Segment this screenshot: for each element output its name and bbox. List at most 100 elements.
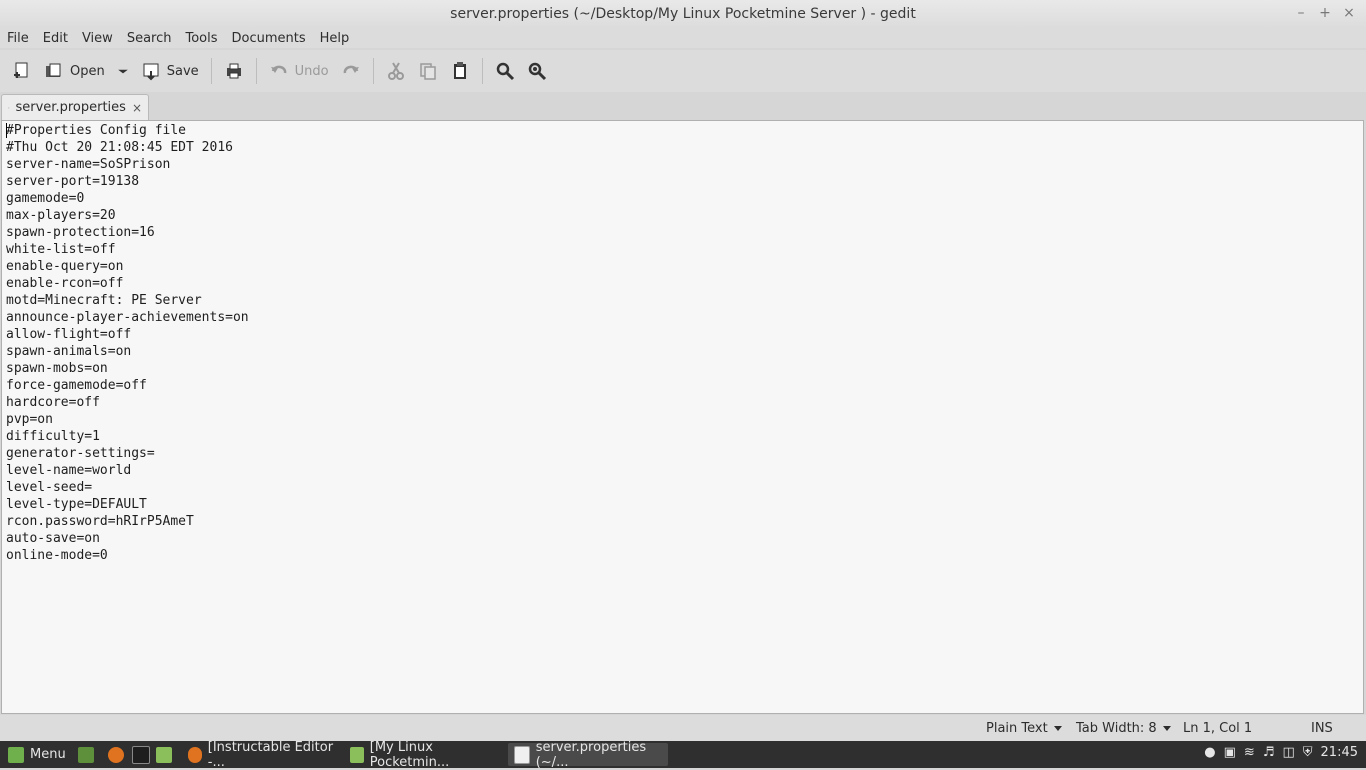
editor-line: #Thu Oct 20 21:08:45 EDT 2016 (6, 140, 233, 155)
chevron-down-icon (117, 69, 128, 74)
text-editor[interactable]: #Properties Config file #Thu Oct 20 21:08… (1, 120, 1364, 714)
text-caret (6, 123, 7, 138)
new-document-icon (14, 62, 28, 78)
files-launcher[interactable] (150, 743, 178, 766)
open-label: Open (70, 63, 105, 79)
power-icon[interactable]: ◫ (1282, 745, 1294, 760)
insert-mode: INS (1311, 721, 1333, 736)
clock[interactable]: 21:45 (1321, 745, 1358, 760)
paste-button[interactable] (444, 56, 476, 86)
clipboard-icon (453, 62, 466, 79)
tab-close-button[interactable]: × (132, 101, 142, 115)
editor-line: hardcore=off (6, 395, 100, 410)
open-button[interactable]: Open (38, 56, 111, 86)
editor-line: enable-query=on (6, 259, 124, 274)
editor-line: rcon.password=hRIrP5AmeT (6, 514, 194, 529)
minimize-button[interactable]: – (1292, 4, 1310, 22)
tab-server-properties[interactable]: server.properties × (1, 94, 149, 120)
scissors-icon (387, 62, 404, 80)
menu-search[interactable]: Search (120, 31, 179, 46)
volume-icon[interactable]: ♬ (1263, 745, 1275, 760)
language-selector[interactable]: Plain Text (986, 721, 1062, 736)
editor-line: online-mode=0 (6, 548, 108, 563)
tab-bar: server.properties × (0, 92, 1366, 120)
window-title: server.properties (~/Desktop/My Linux Po… (450, 6, 916, 22)
wifi-icon[interactable]: ≋ (1244, 745, 1255, 760)
toolbar-separator (210, 58, 212, 84)
text-editor-icon (514, 745, 530, 764)
printer-icon (226, 63, 241, 79)
menu-edit[interactable]: Edit (36, 31, 75, 46)
new-document-button[interactable] (6, 56, 38, 86)
start-menu-button[interactable]: Menu (2, 743, 72, 766)
show-desktop-launcher[interactable] (72, 743, 100, 766)
editor-line: auto-save=on (6, 531, 100, 546)
toolbar: Open Save Undo (0, 50, 1366, 92)
undo-button[interactable]: Undo (263, 56, 335, 86)
copy-button[interactable] (412, 56, 444, 86)
close-window-button[interactable]: × (1340, 4, 1358, 22)
toolbar-separator (481, 58, 483, 84)
task-instructable-editor[interactable]: [Instructable Editor -... (182, 740, 340, 770)
toolbar-separator (372, 58, 374, 84)
editor-lines: #Properties Config file #Thu Oct 20 21:08… (6, 122, 249, 564)
maximize-button[interactable]: + (1316, 4, 1334, 22)
task-label: [My Linux Pocketmin... (369, 739, 450, 770)
menu-help[interactable]: Help (313, 31, 357, 46)
task-file-manager[interactable]: [My Linux Pocketmin... (344, 740, 502, 770)
chevron-down-icon (1053, 726, 1062, 731)
undo-label: Undo (294, 63, 329, 79)
task-label: server.properties (~/... (535, 739, 647, 770)
find-replace-icon (528, 62, 546, 81)
redo-icon (343, 65, 359, 74)
editor-line: motd=Minecraft: PE Server (6, 293, 202, 308)
task-label: [Instructable Editor -... (207, 739, 334, 770)
editor-line: level-seed= (6, 480, 93, 495)
editor-line: server-port=19138 (6, 174, 140, 189)
editor-line: server-name=SoSPrison (6, 157, 171, 172)
chevron-down-icon (1162, 726, 1171, 731)
shield-icon[interactable]: ⛨ (1303, 745, 1313, 760)
editor-line: white-list=off (6, 242, 116, 257)
text-file-icon (8, 106, 10, 109)
cut-button[interactable] (380, 56, 412, 86)
editor-line: spawn-mobs=on (6, 361, 108, 376)
editor-line: announce-player-achievements=on (6, 310, 249, 325)
folder-icon (350, 746, 364, 763)
editor-line: pvp=on (6, 412, 53, 427)
save-label: Save (166, 63, 199, 79)
menu-file[interactable]: File (0, 31, 36, 46)
firefox-icon (108, 746, 124, 763)
save-button[interactable]: Save (135, 56, 205, 86)
copy-icon (419, 63, 436, 80)
editor-line: spawn-protection=16 (6, 225, 155, 240)
menu-label: Menu (30, 747, 66, 762)
editor-line: spawn-animals=on (6, 344, 132, 359)
folder-icon (156, 746, 172, 763)
editor-line: enable-rcon=off (6, 276, 124, 291)
editor-line: level-type=DEFAULT (6, 497, 147, 512)
title-bar: server.properties (~/Desktop/My Linux Po… (0, 0, 1366, 28)
task-gedit[interactable]: server.properties (~/... (508, 740, 668, 770)
find-button[interactable] (489, 56, 521, 86)
taskbar: Menu [Instructable Editor -... [My Linux… (0, 740, 1366, 770)
user-icon[interactable]: ● (1204, 745, 1215, 760)
window-controls: – + × (1292, 4, 1358, 22)
menu-documents[interactable]: Documents (225, 31, 313, 46)
status-bar: Plain Text Tab Width: 8 Ln 1, Col 1 INS (0, 715, 1366, 741)
menu-view[interactable]: View (75, 31, 120, 46)
tab-width-selector[interactable]: Tab Width: 8 (1076, 721, 1171, 736)
find-replace-button[interactable] (521, 56, 553, 86)
language-label: Plain Text (986, 721, 1048, 736)
search-icon (496, 62, 514, 81)
folder-open-icon (46, 63, 61, 77)
menu-tools[interactable]: Tools (178, 31, 224, 46)
print-button[interactable] (218, 56, 250, 86)
editor-line: gamemode=0 (6, 191, 85, 206)
update-manager-icon[interactable]: ▣ (1224, 745, 1236, 760)
terminal-icon (132, 745, 150, 764)
open-recent-dropdown[interactable] (111, 56, 135, 86)
system-tray: ● ▣ ≋ ♬ ◫ ⛨ 21:45 (1204, 745, 1358, 760)
redo-button[interactable] (335, 56, 367, 86)
firefox-icon (188, 746, 202, 763)
